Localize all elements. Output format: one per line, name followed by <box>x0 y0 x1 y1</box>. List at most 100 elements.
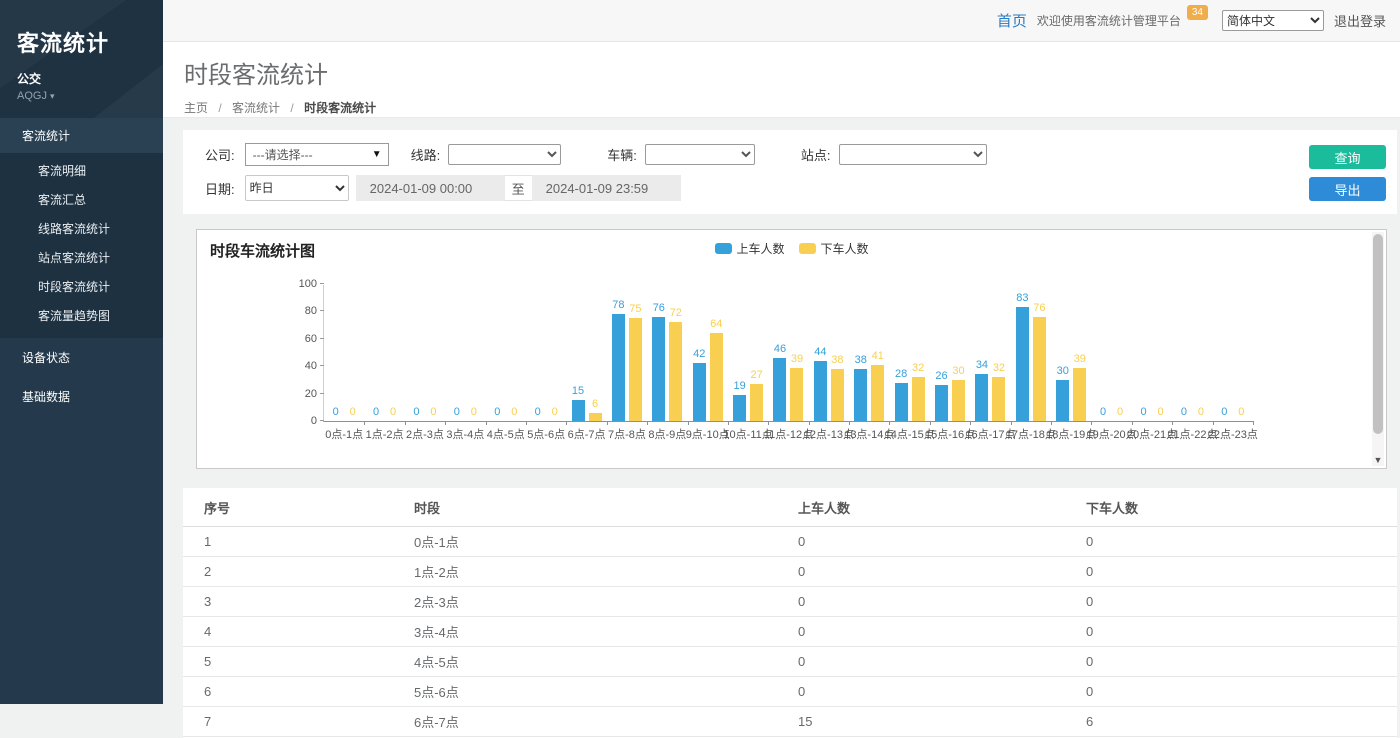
bar-value-label: 41 <box>872 350 884 362</box>
bar-下车人数: 75 <box>629 318 642 421</box>
bar-下车人数: 39 <box>1073 368 1086 421</box>
table-cell: 0 <box>1086 617 1397 647</box>
chart-category: 002点-3点 <box>405 285 445 421</box>
legend-item[interactable]: 下车人数 <box>799 240 869 257</box>
bar-上车人数: 42 <box>693 363 706 421</box>
table-cell: 0 <box>798 617 1086 647</box>
legend-swatch <box>799 243 816 254</box>
chart-category: 463911点-12点 <box>768 285 808 421</box>
filter-panel: 公司: ---请选择--- ▼ 线路: 车辆: 站点: 日期: 昨日 <box>183 130 1397 214</box>
bar-上车人数: 19 <box>733 395 746 421</box>
x-axis-label: 22点-23点 <box>1208 426 1258 442</box>
bar-value-label: 0 <box>1238 406 1244 418</box>
y-axis-tick-label: 80 <box>287 305 317 317</box>
date-preset-select[interactable]: 昨日 <box>245 175 349 201</box>
x-axis-label: 1点-2点 <box>366 426 404 442</box>
sidebar-subitem-4[interactable]: 时段客流统计 <box>0 272 163 301</box>
bar-value-label: 34 <box>976 359 988 371</box>
export-button[interactable]: 导出 <box>1309 177 1386 201</box>
bar-下车人数: 27 <box>750 384 763 421</box>
table-cell: 4点-5点 <box>414 647 798 677</box>
vehicle-select[interactable] <box>645 144 755 165</box>
table-header: 序号 <box>183 488 414 527</box>
x-axis-label: 8点-9点 <box>648 426 686 442</box>
welcome-text: 欢迎使用客流统计管理平台 <box>1037 12 1181 29</box>
table-cell: 1 <box>183 527 414 557</box>
chart-category: 42649点-10点 <box>688 285 728 421</box>
sidebar-subitem-0[interactable]: 客流明细 <box>0 156 163 185</box>
bar-value-label: 38 <box>831 354 843 366</box>
table-cell: 4 <box>183 617 414 647</box>
bar-下车人数: 6 <box>589 413 602 421</box>
app-logo-title: 客流统计 <box>17 26 163 58</box>
org-code-dropdown[interactable]: AQGJ▾ <box>17 90 163 102</box>
bar-上车人数: 78 <box>612 314 625 421</box>
table-row: 43点-4点00 <box>183 617 1397 647</box>
table-cell: 3点-4点 <box>414 617 798 647</box>
line-select[interactable] <box>448 144 561 165</box>
chart-panel: 时段车流统计图 上车人数下车人数 020406080100000点-1点001点… <box>196 229 1387 469</box>
chart-category: 0022点-23点 <box>1213 285 1253 421</box>
line-label: 线路: <box>411 145 441 164</box>
y-axis-tick-label: 60 <box>287 333 317 345</box>
date-end-input[interactable] <box>532 175 681 201</box>
chart-category: 443812点-13点 <box>809 285 849 421</box>
breadcrumb-home[interactable]: 主页 <box>184 101 208 115</box>
table-cell: 0点-1点 <box>414 527 798 557</box>
bar-上车人数: 44 <box>814 361 827 421</box>
sidebar-subitem-2[interactable]: 线路客流统计 <box>0 214 163 243</box>
scrollbar-thumb[interactable] <box>1373 234 1383 434</box>
date-start-input[interactable] <box>356 175 505 201</box>
sidebar-item-other-1[interactable]: 基础数据 <box>0 377 163 416</box>
table-cell: 0 <box>1086 587 1397 617</box>
bar-value-label: 76 <box>1033 302 1045 314</box>
sidebar-subitem-1[interactable]: 客流汇总 <box>0 185 163 214</box>
bar-下车人数: 38 <box>831 369 844 421</box>
bar-value-label: 44 <box>814 346 826 358</box>
y-axis-tick-label: 0 <box>287 415 317 427</box>
topbar: 首页 欢迎使用客流统计管理平台 34 简体中文 退出登录 <box>163 0 1400 42</box>
breadcrumb-section[interactable]: 客流统计 <box>232 101 280 115</box>
bar-value-label: 0 <box>373 406 379 418</box>
legend-label: 下车人数 <box>821 240 869 257</box>
bar-下车人数: 64 <box>710 333 723 421</box>
breadcrumb-current: 时段客流统计 <box>304 101 376 115</box>
sidebar: 客流统计 公交 AQGJ▾ 客流统计 客流明细客流汇总线路客流统计站点客流统计时… <box>0 0 163 704</box>
chart-category: 1566点-7点 <box>566 285 606 421</box>
logout-link[interactable]: 退出登录 <box>1334 11 1386 30</box>
home-link[interactable]: 首页 <box>997 10 1027 31</box>
x-axis-label: 7点-8点 <box>608 426 646 442</box>
table-cell: 0 <box>1086 527 1397 557</box>
bar-上车人数: 15 <box>572 400 585 421</box>
chart-scrollbar[interactable]: ▼ <box>1372 232 1384 466</box>
table-cell: 2 <box>183 557 414 587</box>
bar-value-label: 0 <box>535 406 541 418</box>
bar-下车人数: 76 <box>1033 317 1046 421</box>
chart-legend: 上车人数 下车人数 <box>714 240 868 257</box>
station-select[interactable] <box>839 144 987 165</box>
legend-item[interactable]: 上车人数 <box>714 240 784 257</box>
x-axis-label: 3点-4点 <box>446 426 484 442</box>
company-label: 公司: <box>205 145 235 164</box>
sidebar-subitem-3[interactable]: 站点客流统计 <box>0 243 163 272</box>
bar-value-label: 83 <box>1016 292 1028 304</box>
query-button[interactable]: 查询 <box>1309 145 1386 169</box>
company-select[interactable]: ---请选择--- ▼ <box>245 143 389 166</box>
sidebar-item-passenger-stats[interactable]: 客流统计 <box>0 118 163 153</box>
bar-value-label: 39 <box>1074 353 1086 365</box>
bar-value-label: 0 <box>494 406 500 418</box>
y-axis-tick-label: 40 <box>287 360 317 372</box>
bar-上车人数: 26 <box>935 385 948 421</box>
bar-value-label: 46 <box>774 343 786 355</box>
language-select[interactable]: 简体中文 <box>1222 10 1324 31</box>
scrollbar-down-arrow-icon[interactable]: ▼ <box>1372 455 1384 465</box>
table-cell: 15 <box>798 707 1086 737</box>
bar-value-label: 0 <box>413 406 419 418</box>
table-row: 54点-5点00 <box>183 647 1397 677</box>
bar-value-label: 27 <box>750 369 762 381</box>
bar-上车人数: 46 <box>773 358 786 421</box>
chart-category: 78757点-8点 <box>607 285 647 421</box>
vehicle-label: 车辆: <box>607 145 637 164</box>
sidebar-subitem-5[interactable]: 客流量趋势图 <box>0 301 163 330</box>
sidebar-item-other-0[interactable]: 设备状态 <box>0 338 163 377</box>
